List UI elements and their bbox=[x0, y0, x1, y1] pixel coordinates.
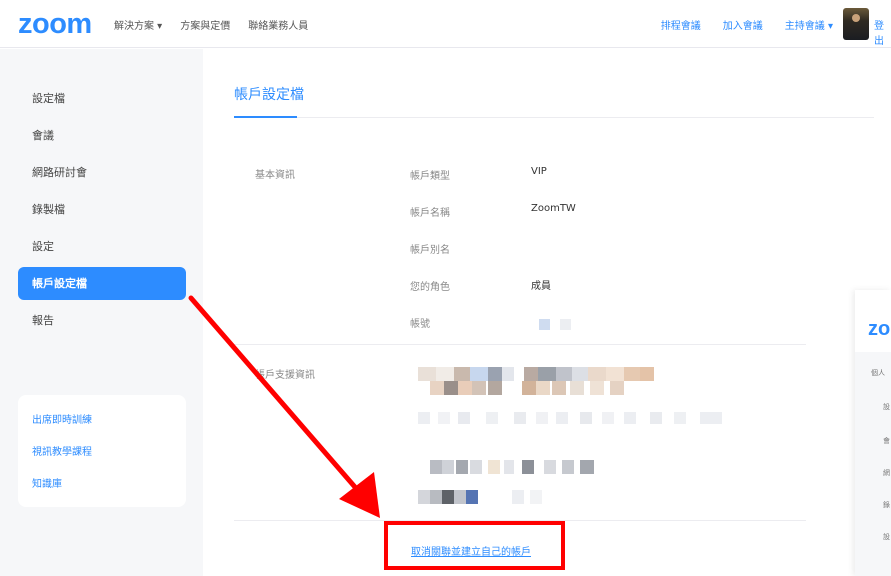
tab-underline bbox=[234, 116, 297, 118]
sidebar-item-settings[interactable]: 設定 bbox=[18, 230, 186, 263]
field-label-account-name: 帳戶名稱 bbox=[410, 208, 450, 219]
video-tutorials-link[interactable]: 視訊教學課程 bbox=[32, 444, 186, 469]
field-label-account-type: 帳戶類型 bbox=[410, 171, 450, 182]
nav-schedule-meeting[interactable]: 排程會議 bbox=[661, 17, 701, 32]
annotation-highlight-box bbox=[384, 521, 565, 570]
overlay-item-1[interactable]: 設 bbox=[883, 402, 890, 412]
live-training-link[interactable]: 出席即時訓練 bbox=[32, 412, 186, 437]
nav-plans-pricing[interactable]: 方案與定價 bbox=[180, 17, 230, 32]
nav-left: 解決方案 ▾ 方案與定價 聯絡業務人員 bbox=[114, 17, 308, 32]
overlay-item-5[interactable]: 設 bbox=[883, 532, 890, 542]
sidebar-item-profile[interactable]: 設定檔 bbox=[18, 82, 186, 115]
nav-host-meeting-menu[interactable]: 主持會議 ▾ bbox=[785, 17, 833, 32]
nav-contact-sales[interactable]: 聯絡業務人員 bbox=[248, 17, 308, 32]
field-label-account-alias: 帳戶別名 bbox=[410, 245, 450, 256]
overlay-sidebar: 個人 設 會 網 錄 設 bbox=[855, 352, 891, 576]
zoom-logo[interactable]: zoom bbox=[18, 8, 92, 41]
field-value-your-role: 成員 bbox=[531, 281, 551, 292]
nav-solutions-menu[interactable]: 解決方案 ▾ bbox=[114, 17, 162, 32]
overlay-item-4[interactable]: 錄 bbox=[883, 500, 890, 510]
knowledge-base-link[interactable]: 知識庫 bbox=[32, 476, 186, 501]
overlay-item-3[interactable]: 網 bbox=[883, 468, 890, 478]
overlay-item-personal[interactable]: 個人 bbox=[871, 368, 885, 378]
overlay-item-2[interactable]: 會 bbox=[883, 436, 890, 446]
section-divider bbox=[234, 344, 806, 345]
sidebar-item-meetings[interactable]: 會議 bbox=[18, 119, 186, 152]
sidebar-item-recordings[interactable]: 錄製檔 bbox=[18, 193, 186, 226]
basic-info-label: 基本資訊 bbox=[255, 170, 295, 181]
field-label-your-role: 您的角色 bbox=[410, 282, 450, 293]
nav-join-meeting[interactable]: 加入會議 bbox=[723, 17, 763, 32]
title-divider bbox=[297, 117, 874, 118]
user-avatar[interactable] bbox=[843, 8, 869, 40]
field-value-account-type: VIP bbox=[531, 166, 547, 177]
overlapping-window: zoom 個人 設 會 網 錄 設 bbox=[855, 290, 891, 576]
sidebar-item-webinars[interactable]: 網路研討會 bbox=[18, 156, 186, 189]
sidebar-item-account-profile[interactable]: 帳戶設定檔 bbox=[18, 267, 186, 300]
field-value-account-name: ZoomTW bbox=[531, 203, 576, 214]
nav-right: 排程會議 加入會議 主持會議 ▾ bbox=[661, 17, 833, 32]
overlay-zoom-logo: zoom bbox=[868, 318, 891, 340]
sidebar-item-reports[interactable]: 報告 bbox=[18, 304, 186, 337]
sidebar-help-links: 出席即時訓練 視訊教學課程 知識庫 bbox=[18, 395, 186, 507]
sidebar-menu: 設定檔 會議 網路研討會 錄製檔 設定 帳戶設定檔 報告 bbox=[18, 82, 186, 341]
top-navigation-bar: zoom 解決方案 ▾ 方案與定價 聯絡業務人員 排程會議 加入會議 主持會議 … bbox=[0, 0, 891, 48]
support-info-label: 帳戶支援資訊 bbox=[255, 370, 315, 381]
logout-link[interactable]: 登出 bbox=[874, 17, 891, 47]
field-label-account-number: 帳號 bbox=[410, 319, 430, 330]
page-title: 帳戶設定檔 bbox=[234, 87, 304, 103]
